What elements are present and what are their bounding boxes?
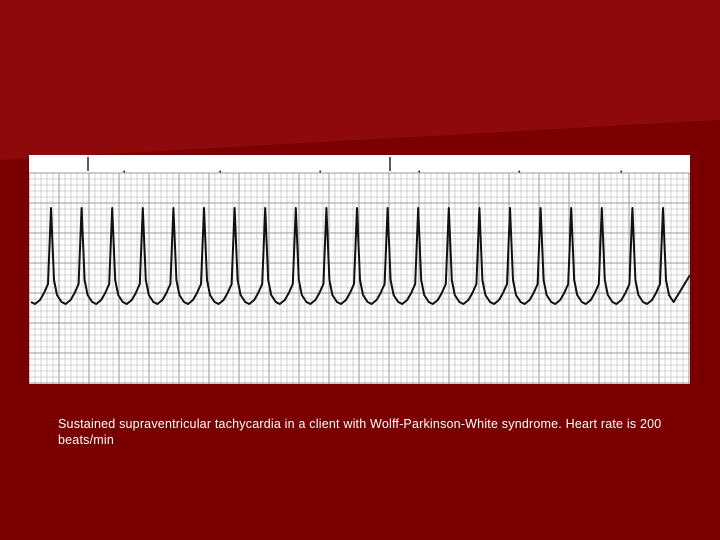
ecg-trace bbox=[30, 207, 690, 305]
ecg-strip-image: • • • • • • bbox=[29, 155, 690, 384]
figure-caption: Sustained supraventricular tachycardia i… bbox=[58, 417, 662, 447]
